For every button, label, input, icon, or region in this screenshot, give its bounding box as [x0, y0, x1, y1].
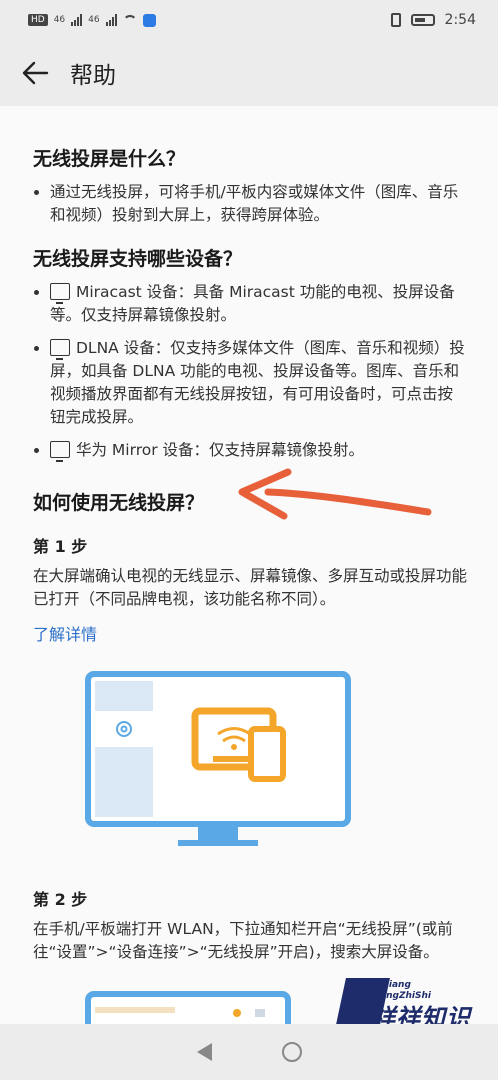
- miracast-icon: [50, 283, 70, 304]
- learn-more-link[interactable]: 了解详情: [33, 621, 468, 645]
- tv-sidebar: [95, 681, 153, 817]
- device-item-mirror: 华为 Mirror 设备：仅支持屏幕镜像投射。: [33, 439, 468, 462]
- system-nav-bar: [0, 1024, 498, 1080]
- mirror-icon: [50, 441, 70, 462]
- status-left: HD 46 46: [28, 13, 156, 27]
- signal1-icon: [71, 14, 83, 26]
- vibrate-icon: [390, 13, 401, 27]
- annotation-arrow-icon: [238, 468, 432, 520]
- device-text-miracast: Miracast 设备：具备 Miracast 功能的电视、投屏设备等。仅支持屏…: [50, 283, 455, 324]
- help-content[interactable]: 无线投屏是什么？ 通过无线投屏，可将手机/平板内容或媒体文件（图库、音乐和视频）…: [0, 106, 498, 1024]
- step2-text: 在手机/平板端打开 WLAN，下拉通知栏开启“无线投屏”(或前往“设置”>“设备…: [33, 920, 453, 961]
- device-item-dlna: DLNA 设备：仅支持多媒体文件（图库、音乐和视频）投屏，如具备 DLNA 功能…: [33, 337, 468, 429]
- back-button[interactable]: [0, 40, 70, 106]
- devices-list: Miracast 设备：具备 Miracast 功能的电视、投屏设备等。仅支持屏…: [33, 281, 468, 462]
- tv-illustration: [85, 671, 351, 846]
- status-time: 2:54: [444, 12, 476, 28]
- heading-what: 无线投屏是什么？: [33, 148, 186, 170]
- signal1-label: 46: [53, 15, 66, 25]
- watermark-line1: YuXiang: [370, 980, 411, 990]
- step1-text: 在大屏端确认电视的无线显示、屏幕镜像、多屏互动或投屏功能已打开（不同品牌电视，该…: [33, 567, 468, 608]
- hd-icon: HD: [28, 14, 48, 26]
- heading-devices: 无线投屏支持哪些设备？: [33, 248, 243, 270]
- what-list: 通过无线投屏，可将手机/平板内容或媒体文件（图库、音乐和视频）投射到大屏上，获得…: [33, 181, 468, 227]
- status-bar: HD 46 46 2:54: [0, 0, 498, 40]
- what-bullet: 通过无线投屏，可将手机/平板内容或媒体文件（图库、音乐和视频）投射到大屏上，获得…: [33, 181, 468, 227]
- back-arrow-icon: [22, 61, 49, 85]
- status-right: 2:54: [390, 12, 476, 28]
- device-text-mirror: 华为 Mirror 设备：仅支持屏幕镜像投射。: [76, 441, 365, 459]
- battery-icon: [410, 14, 435, 26]
- signal2-label: 46: [88, 15, 100, 25]
- wifi-icon: [122, 15, 137, 25]
- phone-illustration: [85, 991, 291, 1024]
- signal2-icon: [105, 14, 117, 26]
- dlna-icon: [50, 339, 70, 360]
- step1-title: 第 1 步: [33, 537, 88, 556]
- nav-home-button[interactable]: [281, 1042, 302, 1062]
- device-text-dlna: DLNA 设备：仅支持多媒体文件（图库、音乐和视频）投屏，如具备 DLNA 功能…: [50, 339, 465, 426]
- app-bar: 帮助: [0, 40, 498, 106]
- page-title: 帮助: [70, 63, 116, 89]
- step2-title: 第 2 步: [33, 890, 88, 909]
- tv-sidebar-selected: [95, 711, 153, 747]
- nav-back-button[interactable]: [196, 1043, 212, 1061]
- what-bullet-text: 通过无线投屏，可将手机/平板内容或媒体文件（图库、音乐和视频）投射到大屏上，获得…: [50, 183, 459, 224]
- shield-icon: [142, 13, 156, 27]
- device-item-miracast: Miracast 设备：具备 Miracast 功能的电视、投屏设备等。仅支持屏…: [33, 281, 468, 327]
